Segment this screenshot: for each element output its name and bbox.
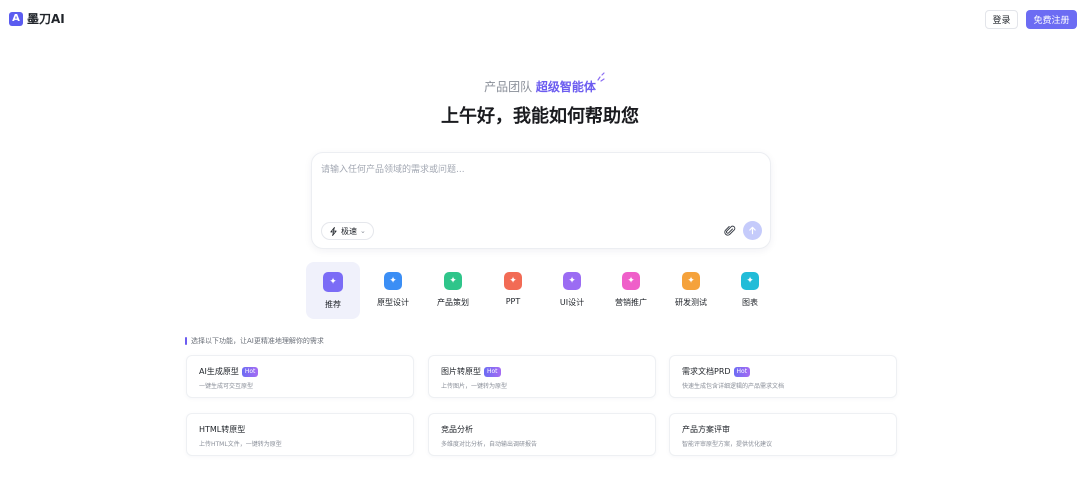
arrow-up-icon [749,226,756,235]
category-label: 推荐 [325,300,341,309]
feature-title-row: 产品方案评审 [682,424,896,435]
category-label: 营销推广 [615,298,647,307]
prompt-input[interactable] [321,162,761,212]
chevron-down-icon: ⌄ [360,227,366,235]
category-tab[interactable]: ✦ 产品策划 [426,262,480,319]
category-label: 图表 [742,298,758,307]
section-hint: 选择以下功能，让AI更精准地理解你的需求 [185,336,324,346]
category-tab[interactable]: ✦ PPT [486,262,540,319]
hint-accent-bar [185,337,187,345]
category-tab[interactable]: ✦ 营销推广 [604,262,658,319]
feature-card[interactable]: 产品方案评审智能评审原型方案，提供优化建议 [669,413,897,456]
signup-button[interactable]: 免费注册 [1026,10,1077,29]
category-label: 研发测试 [675,298,707,307]
hot-badge: Hot [241,366,259,377]
category-tab[interactable]: ✦ UI设计 [545,262,599,319]
feature-title-row: 竞品分析 [441,424,655,435]
doc-icon: ✦ [444,272,462,290]
feature-title: 产品方案评审 [682,425,730,434]
feature-description: 上传HTML文件，一键转为原型 [199,441,282,448]
feature-title: 需求文档PRD [682,367,731,376]
paperclip-icon[interactable] [724,225,736,237]
feature-title-row: 需求文档PRD Hot [682,366,896,377]
feature-title: 竞品分析 [441,425,473,434]
category-label: PPT [505,297,521,306]
category-tab[interactable]: ✦ 研发测试 [664,262,718,319]
feature-card[interactable]: 图片转原型 Hot 上传图片，一键转为原型 [428,355,656,398]
category-tab[interactable]: ✦ 推荐 [306,262,360,319]
brand-name: 墨刀AI [27,12,65,26]
brand-logo[interactable]: A 墨刀AI [9,10,65,27]
feature-title-row: AI生成原型 Hot [199,366,413,377]
feature-card[interactable]: 竞品分析多维度对比分析，自动输出调研报告 [428,413,656,456]
category-tab[interactable]: ✦ 图表 [723,262,777,319]
feature-title-row: HTML转原型 [199,424,413,435]
feature-description: 快速生成包含详细逻辑的产品需求文档 [682,383,785,390]
slides-icon: ✦ [504,272,522,290]
speed-mode-selector[interactable]: 极速 ⌄ [321,222,374,240]
hero-subtitle-highlight: 超级智能体 [535,80,596,94]
feature-title: AI生成原型 [199,367,239,376]
hot-badge: Hot [733,366,751,377]
layout-icon: ✦ [384,272,402,290]
hero-subtitle: 产品团队 超级智能体 [0,78,1080,95]
lightning-icon [330,226,337,236]
logo-mark-icon: A [9,11,23,26]
feature-title: HTML转原型 [199,425,246,434]
feature-description: 一键生成可交互原型 [199,383,254,390]
login-button[interactable]: 登录 [985,10,1018,29]
category-label: 产品策划 [437,298,469,307]
prompt-composer: 极速 ⌄ [311,152,771,249]
feature-title-row: 图片转原型 Hot [441,366,655,377]
feature-description: 多维度对比分析，自动输出调研报告 [441,441,538,448]
pen-icon: ✦ [563,272,581,290]
feature-card[interactable]: 需求文档PRD Hot 快速生成包含详细逻辑的产品需求文档 [669,355,897,398]
feature-title: 图片转原型 [441,367,481,376]
speed-mode-label: 极速 [341,226,357,236]
send-button[interactable] [743,221,762,240]
hint-text: 选择以下功能，让AI更精准地理解你的需求 [191,337,324,345]
sparkle-decoration-icon [597,72,605,82]
category-label: 原型设计 [377,298,409,307]
hot-badge: Hot [484,366,501,377]
sparkle-icon: ✦ [323,272,343,292]
feature-description: 智能评审原型方案，提供优化建议 [682,441,773,448]
hero-title: 上午好，我能如何帮助您 [441,106,639,127]
chat-icon: ✦ [682,272,700,290]
tree-icon: ✦ [741,272,759,290]
category-tab[interactable]: ✦ 原型设计 [366,262,420,319]
feature-card[interactable]: AI生成原型 Hot 一键生成可交互原型 [186,355,414,398]
feature-description: 上传图片，一键转为原型 [441,383,508,390]
hero-subtitle-prefix: 产品团队 [484,80,533,94]
feature-card[interactable]: HTML转原型上传HTML文件，一键转为原型 [186,413,414,456]
category-label: UI设计 [559,298,585,307]
target-icon: ✦ [622,272,640,290]
